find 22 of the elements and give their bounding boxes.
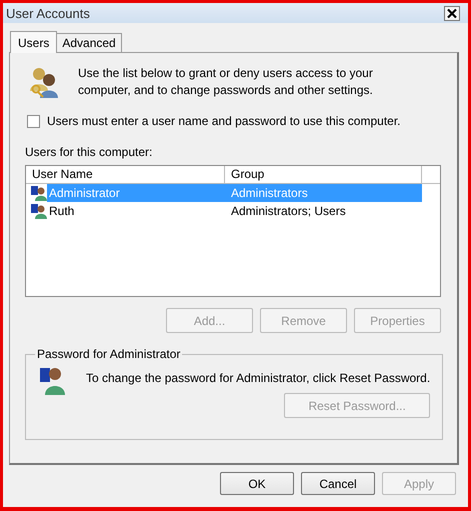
dialog-button[interactable]: OK [220, 472, 294, 495]
checkbox-label: Users must enter a user name and password to use this computer. [47, 114, 401, 128]
user-icon [31, 203, 47, 219]
user-icon [31, 185, 47, 201]
tab[interactable]: Advanced [56, 33, 122, 52]
password-text: To change the password for Administrator, click Reset Password. [86, 371, 430, 385]
column-header[interactable]: Group [225, 166, 422, 183]
checkbox[interactable] [27, 114, 40, 128]
table-cell-text: Ruth [48, 203, 76, 220]
column-header[interactable]: User Name [26, 166, 225, 183]
table-cell: Administrators [225, 184, 422, 202]
user-icon [40, 365, 66, 395]
intro-text: Use the list below to grant or deny users access to your computer, and to change passwords and other settings. [78, 65, 374, 99]
dialog-button[interactable]: Cancel [301, 472, 375, 495]
close-icon[interactable] [444, 6, 460, 20]
window-title: User Accounts [6, 6, 90, 20]
user-row[interactable]: Ruth Administrators; Users [26, 202, 440, 220]
group-title: Password for Administrator [36, 347, 182, 361]
table-cell: Administrator [47, 184, 225, 202]
tab[interactable]: Users [10, 31, 58, 53]
list-label: Users for this computer: [25, 145, 154, 159]
table-cell-text: Administrators; Users [230, 203, 347, 220]
